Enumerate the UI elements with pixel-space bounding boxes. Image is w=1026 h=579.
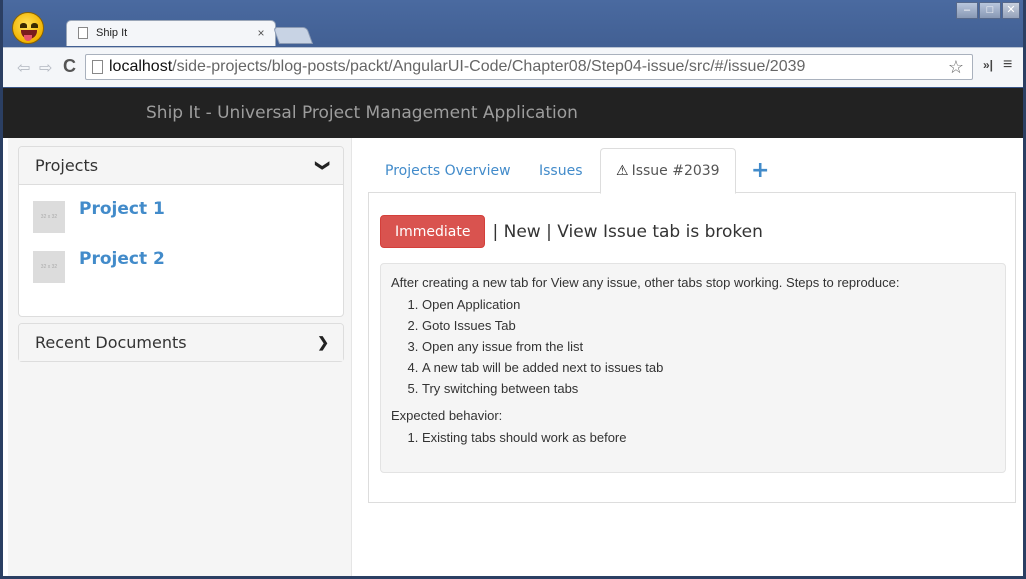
tab-label: Projects Overview [385, 162, 511, 179]
tab-projects-overview[interactable]: Projects Overview [370, 148, 526, 193]
project-link[interactable]: Project 2 [79, 249, 165, 269]
browser-mascot-icon [12, 12, 44, 44]
url-path: /side-projects/blog-posts/packt/AngularU… [172, 58, 806, 75]
expected-label: Expected behavior: [391, 408, 503, 423]
address-bar[interactable]: localhost /side-projects/blog-posts/pack… [85, 54, 973, 80]
tab-issue-2039[interactable]: ⚠ Issue #2039 [600, 148, 736, 194]
recent-documents-panel-title: Recent Documents [35, 333, 187, 352]
list-item: Try switching between tabs [422, 378, 995, 399]
tab-close-icon[interactable]: × [254, 26, 268, 40]
back-arrow-icon[interactable]: ⇦ [17, 58, 30, 78]
priority-button[interactable]: Immediate [380, 215, 486, 248]
project-thumbnail: 32 x 32 [33, 251, 65, 283]
recent-documents-panel-header[interactable]: Recent Documents ❯ [19, 324, 343, 361]
plus-icon: + [751, 158, 770, 183]
page-favicon-icon [78, 27, 88, 39]
list-item: Goto Issues Tab [422, 315, 995, 336]
new-tab-button[interactable] [272, 27, 314, 44]
add-tab-button[interactable]: + [736, 148, 784, 193]
project-thumbnail: 32 x 32 [33, 201, 65, 233]
project-link[interactable]: Project 1 [79, 199, 165, 219]
browser-toolbar: ⇦ ⇨ C localhost /side-projects/blog-post… [3, 47, 1023, 87]
recent-documents-panel: Recent Documents ❯ [18, 323, 344, 362]
window-close-button[interactable]: ✕ [1002, 2, 1020, 19]
projects-panel: Projects ❯ 32 x 32 Project 1 32 x 32 Pro… [18, 146, 344, 317]
app-brand[interactable]: Ship It - Universal Project Management A… [146, 103, 578, 123]
issue-header: Immediate | New | View Issue tab is brok… [380, 215, 763, 248]
browser-tab-title[interactable]: Ship It [96, 27, 254, 39]
project-item[interactable]: 32 x 32 Project 2 [33, 249, 343, 299]
forward-arrow-icon[interactable]: ⇨ [39, 58, 52, 78]
project-list: 32 x 32 Project 1 32 x 32 Project 2 [19, 185, 343, 299]
url-host: localhost [109, 58, 173, 75]
browser-menu-icon[interactable]: ≡ [1003, 56, 1012, 74]
expected-list: Existing tabs should work as before [391, 427, 995, 448]
page-icon [92, 60, 103, 74]
warning-icon: ⚠ [616, 163, 629, 179]
extensions-icon[interactable]: »| [983, 58, 993, 72]
main-content: Projects Overview Issues ⚠ Issue #2039 +… [368, 148, 1016, 503]
issue-description: After creating a new tab for View any is… [380, 263, 1006, 473]
content-tabs: Projects Overview Issues ⚠ Issue #2039 + [368, 148, 1016, 194]
steps-list: Open Application Goto Issues Tab Open an… [391, 294, 995, 399]
chevron-down-icon[interactable]: ❯ [315, 160, 332, 172]
list-item: Open any issue from the list [422, 336, 995, 357]
reload-icon[interactable]: C [63, 56, 76, 77]
issue-title: | New | View Issue tab is broken [492, 221, 763, 242]
projects-panel-title: Projects [35, 156, 99, 175]
tab-label: Issues [539, 162, 583, 179]
list-item: A new tab will be added next to issues t… [422, 357, 995, 378]
bookmark-star-icon[interactable]: ☆ [948, 57, 964, 78]
description-text: After creating a new tab for View any is… [391, 275, 900, 290]
window-minimize-button[interactable]: – [956, 2, 978, 19]
chevron-right-icon[interactable]: ❯ [317, 334, 329, 351]
sidebar: Projects ❯ 32 x 32 Project 1 32 x 32 Pro… [8, 138, 352, 579]
window-maximize-button[interactable]: □ [979, 2, 1001, 19]
list-item: Existing tabs should work as before [422, 427, 995, 448]
issue-tab-content: Immediate | New | View Issue tab is brok… [368, 193, 1016, 503]
tab-label: Issue #2039 [631, 163, 720, 179]
app-navbar: Ship It - Universal Project Management A… [3, 88, 1023, 138]
tab-issues[interactable]: Issues [524, 148, 598, 193]
project-item[interactable]: 32 x 32 Project 1 [33, 199, 343, 249]
list-item: Open Application [422, 294, 995, 315]
projects-panel-header[interactable]: Projects ❯ [19, 147, 343, 185]
